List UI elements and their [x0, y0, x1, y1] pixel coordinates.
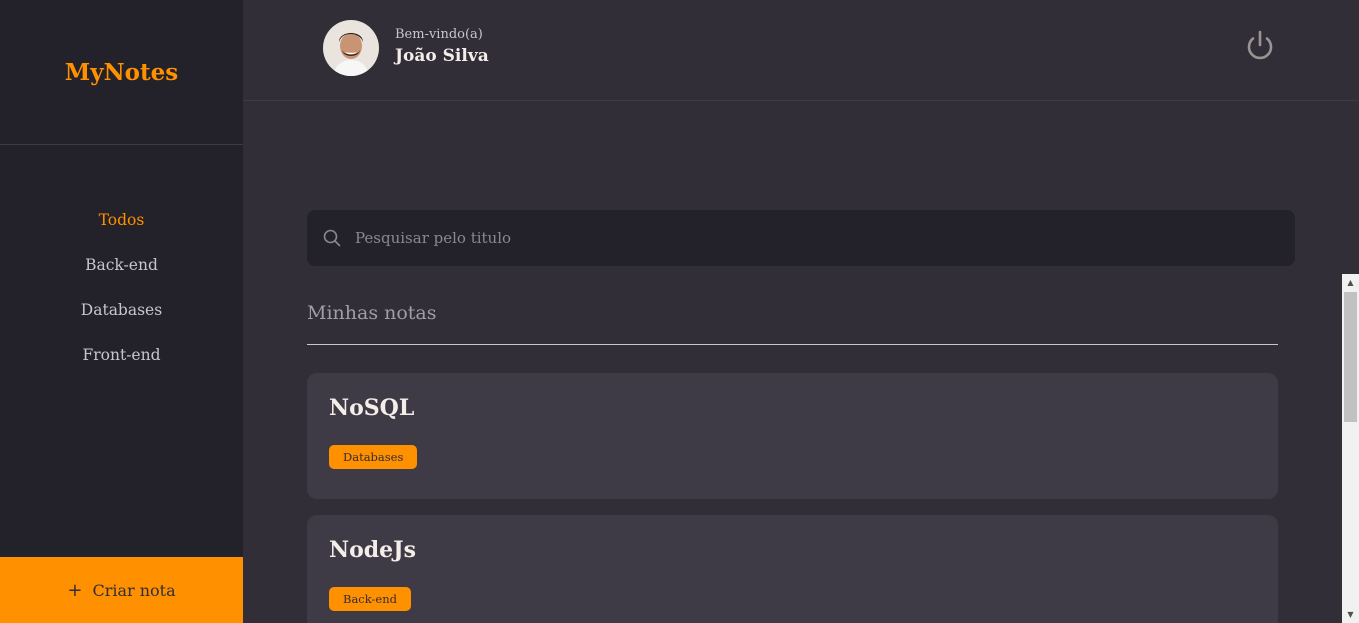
- plus-icon: +: [67, 579, 83, 601]
- note-card[interactable]: NoSQL Databases: [307, 373, 1278, 499]
- tag-menu: Todos Back-end Databases Front-end: [0, 145, 243, 389]
- sidebar-item-databases[interactable]: Databases: [0, 299, 243, 344]
- sidebar-item-todos[interactable]: Todos: [0, 209, 243, 254]
- welcome-text: Bem-vindo(a): [395, 27, 483, 42]
- scrollbar-thumb[interactable]: [1344, 292, 1357, 422]
- search-input[interactable]: [355, 229, 1295, 247]
- scroll-up-icon[interactable]: ▲: [1342, 274, 1359, 291]
- create-note-button[interactable]: + Criar nota: [0, 557, 243, 623]
- header: Bem-vindo(a) João Silva: [243, 0, 1359, 101]
- logout-button[interactable]: [1242, 28, 1278, 64]
- brand-title[interactable]: MyNotes: [65, 59, 178, 86]
- note-title: NodeJs: [329, 537, 416, 563]
- note-title: NoSQL: [329, 395, 415, 421]
- sidebar: MyNotes Todos Back-end Databases Front-e…: [0, 0, 243, 623]
- avatar[interactable]: [323, 20, 379, 76]
- sidebar-item-back-end[interactable]: Back-end: [0, 254, 243, 299]
- section-title: Minhas notas: [307, 302, 1278, 345]
- note-tag: Back-end: [329, 587, 411, 611]
- welcome-block: Bem-vindo(a) João Silva: [395, 27, 489, 66]
- brand: MyNotes: [0, 0, 243, 145]
- scrollbar[interactable]: ▲ ▼: [1342, 274, 1359, 623]
- user-name[interactable]: João Silva: [395, 46, 489, 66]
- sidebar-item-front-end[interactable]: Front-end: [0, 344, 243, 389]
- search-icon: [323, 229, 341, 247]
- search-bar: [307, 210, 1295, 266]
- power-icon: [1247, 30, 1273, 60]
- note-card[interactable]: NodeJs Back-end: [307, 515, 1278, 623]
- note-tag: Databases: [329, 445, 418, 469]
- create-note-label: Criar nota: [92, 580, 176, 600]
- scroll-down-icon[interactable]: ▼: [1342, 606, 1359, 623]
